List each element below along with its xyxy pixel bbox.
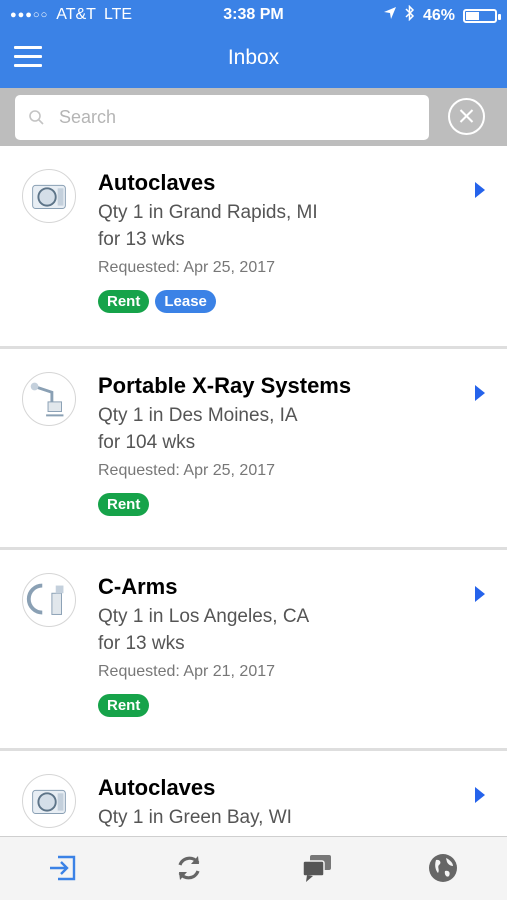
request-duration: for 13 wks — [98, 633, 185, 654]
request-quantity-location: Qty 1 in Los Angeles, CA — [98, 606, 310, 627]
request-title: Autoclaves — [98, 775, 216, 800]
xray-system-thumbnail — [22, 372, 76, 426]
request-quantity-location: Qty 1 in Green Bay, WI — [98, 807, 292, 828]
battery-level — [466, 11, 479, 20]
clear-search-button[interactable] — [448, 98, 485, 135]
refresh-icon — [178, 856, 200, 880]
list-item[interactable]: Autoclaves Qty 1 in Grand Rapids, MI for… — [0, 146, 507, 346]
request-list[interactable]: Autoclaves Qty 1 in Grand Rapids, MI for… — [0, 146, 507, 836]
chat-icon — [302, 855, 331, 882]
request-date: Requested: Apr 25, 2017 — [98, 462, 276, 479]
globe-icon — [429, 854, 457, 882]
page-title: Inbox — [227, 46, 280, 69]
battery-percent: 46% — [422, 6, 455, 24]
autoclave-thumbnail — [22, 774, 76, 828]
battery-icon — [463, 8, 501, 23]
list-item[interactable]: Portable X-Ray Systems Qty 1 in Des Moin… — [0, 349, 507, 547]
request-duration: for 13 wks — [98, 229, 185, 250]
top-bar: ●●●○○ AT&T LTE 3:38 PM 46% Inbox — [0, 0, 507, 88]
search-icon — [27, 108, 47, 128]
inbox-icon — [50, 855, 76, 881]
nav-bar: Inbox — [0, 30, 507, 88]
request-quantity-location: Qty 1 in Grand Rapids, MI — [98, 202, 318, 223]
request-duration: for 104 wks — [98, 432, 196, 453]
search-box[interactable] — [15, 95, 429, 140]
request-date: Requested: Apr 21, 2017 — [98, 663, 276, 680]
chevron-right-icon[interactable] — [475, 182, 485, 198]
lease-badge: Lease — [155, 290, 216, 313]
autoclave-thumbnail — [22, 169, 76, 223]
search-bar — [0, 88, 507, 146]
chevron-right-icon[interactable] — [475, 586, 485, 602]
request-quantity-location: Qty 1 in Des Moines, IA — [98, 405, 298, 426]
chevron-right-icon[interactable] — [475, 787, 485, 803]
search-input[interactable] — [59, 107, 389, 128]
request-title: Portable X-Ray Systems — [98, 373, 352, 398]
request-title: C-Arms — [98, 574, 178, 599]
tab-inbox[interactable] — [46, 851, 80, 885]
rent-badge: Rent — [98, 493, 150, 516]
request-title: Autoclaves — [98, 170, 216, 195]
tab-refresh[interactable] — [172, 851, 206, 885]
request-date: Requested: Apr 25, 2017 — [98, 259, 276, 276]
status-bar: ●●●○○ AT&T LTE 3:38 PM 46% — [0, 0, 507, 30]
list-item[interactable]: C-Arms Qty 1 in Los Angeles, CA for 13 w… — [0, 550, 507, 748]
rent-badge: Rent — [98, 694, 150, 717]
tab-messages[interactable] — [300, 851, 334, 885]
location-icon — [383, 6, 397, 25]
bluetooth-icon — [405, 4, 415, 26]
chevron-right-icon[interactable] — [475, 385, 485, 401]
list-item[interactable]: Autoclaves Qty 1 in Green Bay, WI — [0, 751, 507, 836]
tab-explore[interactable] — [426, 851, 460, 885]
tab-bar — [0, 836, 507, 900]
rent-badge: Rent — [98, 290, 150, 313]
c-arm-thumbnail — [22, 573, 76, 627]
